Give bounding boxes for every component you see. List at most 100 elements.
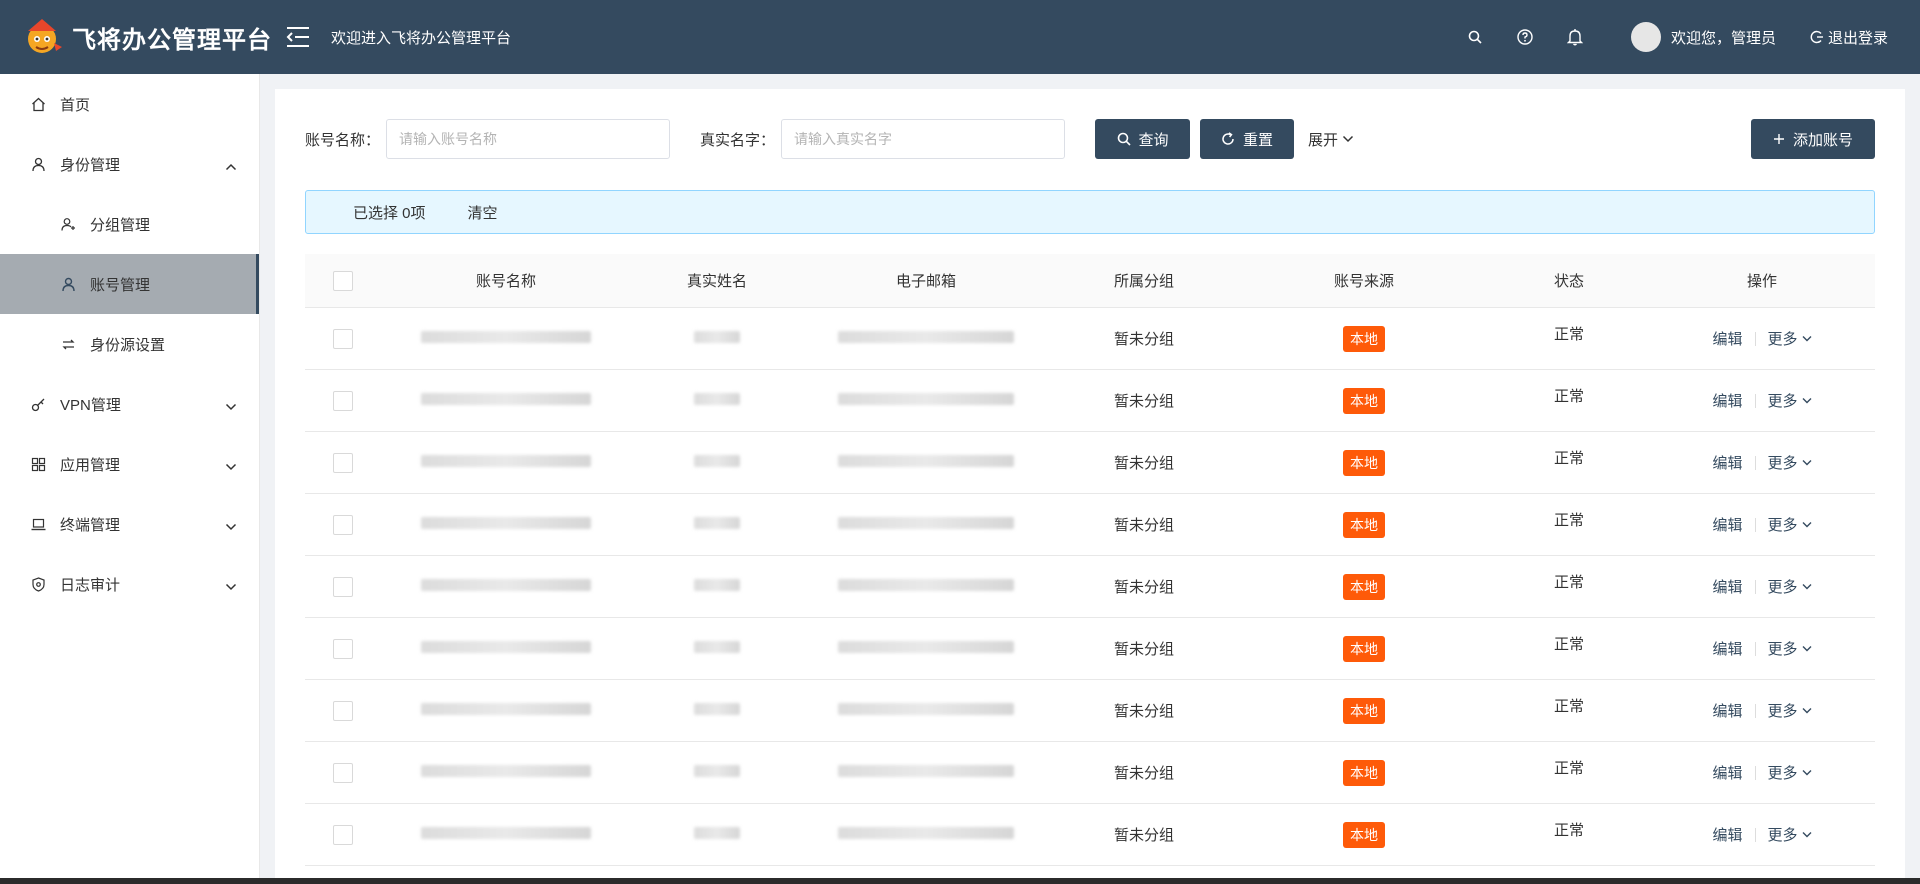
grid-icon	[30, 456, 46, 472]
add-account-button[interactable]: 添加账号	[1751, 119, 1875, 159]
source-cell: 本地	[1239, 821, 1489, 848]
column-header: 状态	[1553, 273, 1584, 290]
account-name-cell	[381, 392, 631, 409]
sidebar-item-terminal[interactable]: 终端管理	[0, 494, 259, 554]
more-label: 更多	[1767, 579, 1798, 596]
more-dropdown[interactable]: 更多	[1768, 390, 1812, 411]
sidebar-item-group[interactable]: 分组管理	[0, 194, 259, 254]
sidebar-item-vpn[interactable]: VPN管理	[0, 374, 259, 434]
real-name-input[interactable]	[781, 119, 1066, 159]
more-dropdown[interactable]: 更多	[1768, 638, 1812, 659]
logout-button[interactable]: 退出登录	[1810, 27, 1888, 48]
actions-cell: 编辑 更多	[1649, 638, 1875, 659]
chevron-down-icon	[225, 458, 237, 475]
more-dropdown[interactable]: 更多	[1768, 824, 1812, 845]
main-content: 账号名称： 真实名字： 查询 重置 展开 添加账号 已选择 0项 清空 账号名称…	[275, 89, 1905, 884]
account-name-cell	[381, 454, 631, 471]
row-checkbox[interactable]	[333, 390, 353, 411]
chevron-down-icon	[1802, 336, 1812, 342]
collapse-menu-icon[interactable]	[283, 22, 313, 52]
account-name-cell	[381, 702, 631, 719]
shield-icon	[30, 576, 46, 592]
select-all-checkbox[interactable]	[333, 270, 353, 291]
more-label: 更多	[1767, 765, 1798, 782]
edit-link[interactable]: 编辑	[1712, 700, 1742, 721]
reset-button[interactable]: 重置	[1200, 119, 1295, 159]
sidebar-item-apps[interactable]: 应用管理	[0, 434, 259, 494]
divider	[1754, 331, 1756, 346]
more-dropdown[interactable]: 更多	[1768, 762, 1812, 783]
row-checkbox[interactable]	[333, 700, 353, 721]
vpn-key-icon	[30, 396, 46, 412]
redacted-email	[838, 641, 1014, 653]
edit-link[interactable]: 编辑	[1712, 452, 1742, 473]
row-checkbox[interactable]	[333, 328, 353, 349]
search-icon[interactable]	[1465, 27, 1485, 47]
more-dropdown[interactable]: 更多	[1768, 452, 1812, 473]
sidebar-item-label: VPN管理	[60, 396, 121, 414]
edit-link[interactable]: 编辑	[1712, 824, 1742, 845]
redacted-account-name	[421, 827, 591, 839]
email-cell	[803, 392, 1049, 409]
edit-link[interactable]: 编辑	[1712, 514, 1742, 535]
group-cell: 暂未分组	[1113, 393, 1174, 410]
divider	[1754, 393, 1756, 408]
source-cell: 本地	[1239, 511, 1489, 538]
sidebar-item-identity-source[interactable]: 身份源设置	[0, 314, 259, 374]
row-checkbox[interactable]	[333, 514, 353, 535]
sidebar-item-audit[interactable]: 日志审计	[0, 554, 259, 614]
status-cell: 正常	[1489, 760, 1649, 783]
redacted-account-name	[421, 765, 591, 777]
edit-link[interactable]: 编辑	[1712, 576, 1742, 597]
row-checkbox[interactable]	[333, 824, 353, 845]
expand-toggle[interactable]: 展开	[1308, 129, 1354, 150]
redacted-email	[838, 331, 1014, 343]
logo: 飞将办公管理平台	[0, 17, 271, 57]
chevron-down-icon	[1802, 770, 1812, 776]
logo-mascot-icon	[22, 17, 64, 57]
sidebar-item-home[interactable]: 首页	[0, 74, 259, 134]
table-row: 暂未分组 本地 正常 编辑 更多	[305, 618, 1875, 680]
account-name-cell	[381, 516, 631, 533]
status-text: 正常	[1553, 760, 1584, 777]
row-checkbox[interactable]	[333, 762, 353, 783]
more-label: 更多	[1767, 455, 1798, 472]
selection-bar: 已选择 0项 清空	[305, 190, 1875, 234]
divider	[1754, 579, 1756, 594]
logout-label: 退出登录	[1827, 29, 1888, 47]
more-dropdown[interactable]: 更多	[1768, 576, 1812, 597]
query-button[interactable]: 查询	[1095, 119, 1191, 159]
help-icon[interactable]	[1515, 27, 1535, 47]
source-tag: 本地	[1343, 635, 1385, 662]
redacted-real-name	[694, 393, 740, 405]
email-cell	[803, 330, 1049, 347]
group-cell: 暂未分组	[1113, 331, 1174, 348]
real-name-cell	[631, 516, 803, 533]
more-dropdown[interactable]: 更多	[1768, 514, 1812, 535]
account-name-input[interactable]	[386, 119, 671, 159]
real-name-cell	[631, 702, 803, 719]
table-row: 暂未分组 本地 正常 编辑 更多	[305, 308, 1875, 370]
edit-link[interactable]: 编辑	[1712, 638, 1742, 659]
more-dropdown[interactable]: 更多	[1768, 328, 1812, 349]
row-checkbox[interactable]	[333, 638, 353, 659]
email-cell	[803, 702, 1049, 719]
avatar[interactable]	[1630, 22, 1661, 52]
column-header: 操作	[1746, 273, 1777, 290]
row-checkbox[interactable]	[333, 452, 353, 473]
row-checkbox[interactable]	[333, 576, 353, 597]
source-cell: 本地	[1239, 449, 1489, 476]
bell-icon[interactable]	[1565, 27, 1585, 47]
table-body: 暂未分组 本地 正常 编辑 更多 暂未分组 本地 正常 编辑 更多 暂未分组 本…	[305, 308, 1875, 866]
more-label: 更多	[1767, 331, 1798, 348]
source-tag: 本地	[1343, 573, 1385, 600]
edit-link[interactable]: 编辑	[1712, 328, 1742, 349]
source-tag: 本地	[1343, 511, 1385, 538]
edit-link[interactable]: 编辑	[1712, 390, 1742, 411]
sidebar-item-identity[interactable]: 身份管理	[0, 134, 259, 194]
edit-link[interactable]: 编辑	[1712, 762, 1742, 783]
actions-cell: 编辑 更多	[1649, 328, 1875, 349]
clear-selection-link[interactable]: 清空	[468, 202, 498, 223]
sidebar-item-accounts[interactable]: 账号管理	[0, 254, 259, 314]
more-dropdown[interactable]: 更多	[1768, 700, 1812, 721]
